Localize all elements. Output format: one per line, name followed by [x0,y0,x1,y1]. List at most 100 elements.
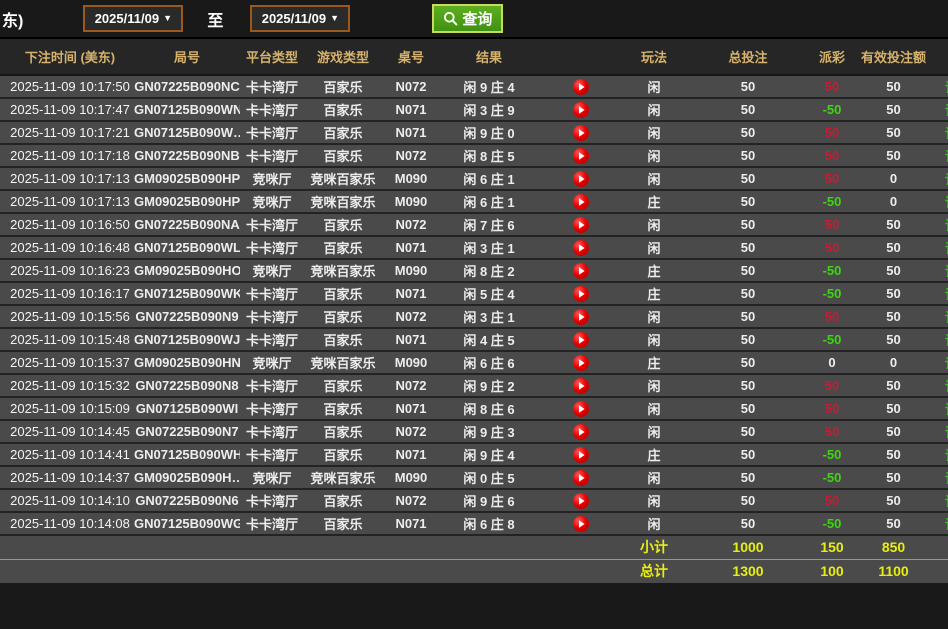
play-video-button[interactable] [572,124,590,142]
cell-platform-type: 卡卡湾厅 [245,103,298,118]
cell-game-type: 百家乐 [323,494,363,509]
col-header-time: 下注时间 (美东) [24,50,116,65]
cell-valid-bet: 50 [886,401,901,416]
play-icon [573,377,589,394]
play-video-button[interactable] [572,446,590,464]
cell-play-type: 闲 [647,402,661,417]
cell-total-bet: 50 [740,493,756,508]
play-video-button[interactable] [572,400,590,418]
play-video-button[interactable] [572,515,590,533]
cell-details-clipped: 详 [935,489,948,512]
cell-play-type: 闲 [647,425,661,440]
cell-play-type: 闲 [647,80,661,95]
play-video-button[interactable] [572,170,590,188]
play-video-button[interactable] [572,354,590,372]
cell-table-no: N072 [395,309,427,324]
cell-platform-type: 卡卡湾厅 [245,448,298,463]
date-range-to-label: 至 [207,12,224,30]
cell-payout: 50 [824,378,840,393]
cell-details-clipped: 详 [935,213,948,236]
cell-platform-type: 卡卡湾厅 [245,218,298,233]
table-row: 2025-11-09 10:16:17 GN07125B090WK 卡卡湾厅 百… [0,282,948,305]
cell-result: 闲 3 庄 1 [463,241,515,256]
date-from-select[interactable]: 2025/11/09 ▼ [83,5,184,32]
play-video-button[interactable] [572,216,590,234]
cell-details-clipped: 详 [935,98,948,121]
date-to-select[interactable]: 2025/11/09 ▼ [250,5,351,32]
cell-table-no: N072 [395,148,427,163]
play-icon [573,193,589,210]
cell-game-type: 竞咪百家乐 [310,195,376,210]
cell-video [538,397,624,420]
play-video-button[interactable] [572,331,590,349]
cell-platform-type: 卡卡湾厅 [245,402,298,417]
play-video-button[interactable] [572,78,590,96]
table-row: 2025-11-09 10:15:48 GN07125B090WJ 卡卡湾厅 百… [0,328,948,351]
cell-game-type: 百家乐 [323,149,363,164]
table-row: 2025-11-09 10:15:37 GM09025B090HN 竞咪厅 竞咪… [0,351,948,374]
cell-result: 闲 9 庄 0 [463,126,515,141]
play-video-button[interactable] [572,262,590,280]
cell-payout: -50 [822,470,842,485]
cell-play-type: 庄 [647,195,661,210]
cell-table-no: M090 [394,355,428,370]
cell-platform-type: 竞咪厅 [252,356,292,371]
play-video-button[interactable] [572,308,590,326]
cell-valid-bet: 50 [886,79,901,94]
play-video-button[interactable] [572,239,590,257]
cell-round-id: GN07225B090N8 [135,378,239,393]
cell-table-no: N071 [395,447,427,462]
cell-video [538,259,624,282]
cell-details-clipped: 详 [935,305,948,328]
cell-total-bet: 50 [740,125,756,140]
cell-result: 闲 6 庄 1 [463,172,515,187]
play-video-button[interactable] [572,492,590,510]
cell-valid-bet: 50 [886,309,901,324]
cell-round-id: GN07225B090NA [134,217,240,232]
cell-play-type: 闲 [647,149,661,164]
cell-details-clipped: 详 [935,236,948,259]
cell-video [538,75,624,98]
search-icon [444,11,458,25]
cell-round-id: GM09025B090H… [134,470,240,485]
cell-play-type: 闲 [647,103,661,118]
cell-total-bet: 50 [740,424,756,439]
cell-details-clipped: 详 [935,190,948,213]
cell-valid-bet: 0 [889,194,898,209]
cell-valid-bet: 50 [886,424,901,439]
cell-game-type: 竞咪百家乐 [310,356,376,371]
table-body: 2025-11-09 10:17:50 GN07225B090NC 卡卡湾厅 百… [0,75,948,535]
play-video-button[interactable] [572,423,590,441]
cell-platform-type: 竞咪厅 [252,195,292,210]
cell-bet-time: 2025-11-09 10:14:37 [10,470,130,485]
cell-round-id: GN07225B090NC [134,79,240,94]
cell-game-type: 百家乐 [323,218,363,233]
subtotal-bet: 1000 [732,539,764,556]
cell-round-id: GM09025B090HP [134,171,240,186]
cell-video [538,144,624,167]
play-video-button[interactable] [572,469,590,487]
cell-payout: 50 [824,125,840,140]
cell-play-type: 闲 [647,310,661,325]
cell-total-bet: 50 [740,148,756,163]
cell-details-clipped: 详 [935,328,948,351]
date-from-value: 2025/11/09 [94,11,160,26]
cell-result: 闲 5 庄 4 [463,287,515,302]
query-button[interactable]: 查询 [432,4,504,33]
cell-payout: 50 [824,309,840,324]
cell-payout: 50 [824,493,840,508]
cell-video [538,374,624,397]
play-video-button[interactable] [572,285,590,303]
cell-valid-bet: 50 [886,102,901,117]
play-video-button[interactable] [572,147,590,165]
cell-valid-bet: 50 [886,332,901,347]
cell-bet-time: 2025-11-09 10:16:50 [10,217,130,232]
cell-round-id: GN07125B090WN [134,102,240,117]
cell-result: 闲 0 庄 5 [463,471,515,486]
play-video-button[interactable] [572,193,590,211]
play-video-button[interactable] [572,377,590,395]
play-video-button[interactable] [572,101,590,119]
cell-platform-type: 竞咪厅 [252,471,292,486]
cell-game-type: 百家乐 [323,310,363,325]
cell-total-bet: 50 [740,309,756,324]
